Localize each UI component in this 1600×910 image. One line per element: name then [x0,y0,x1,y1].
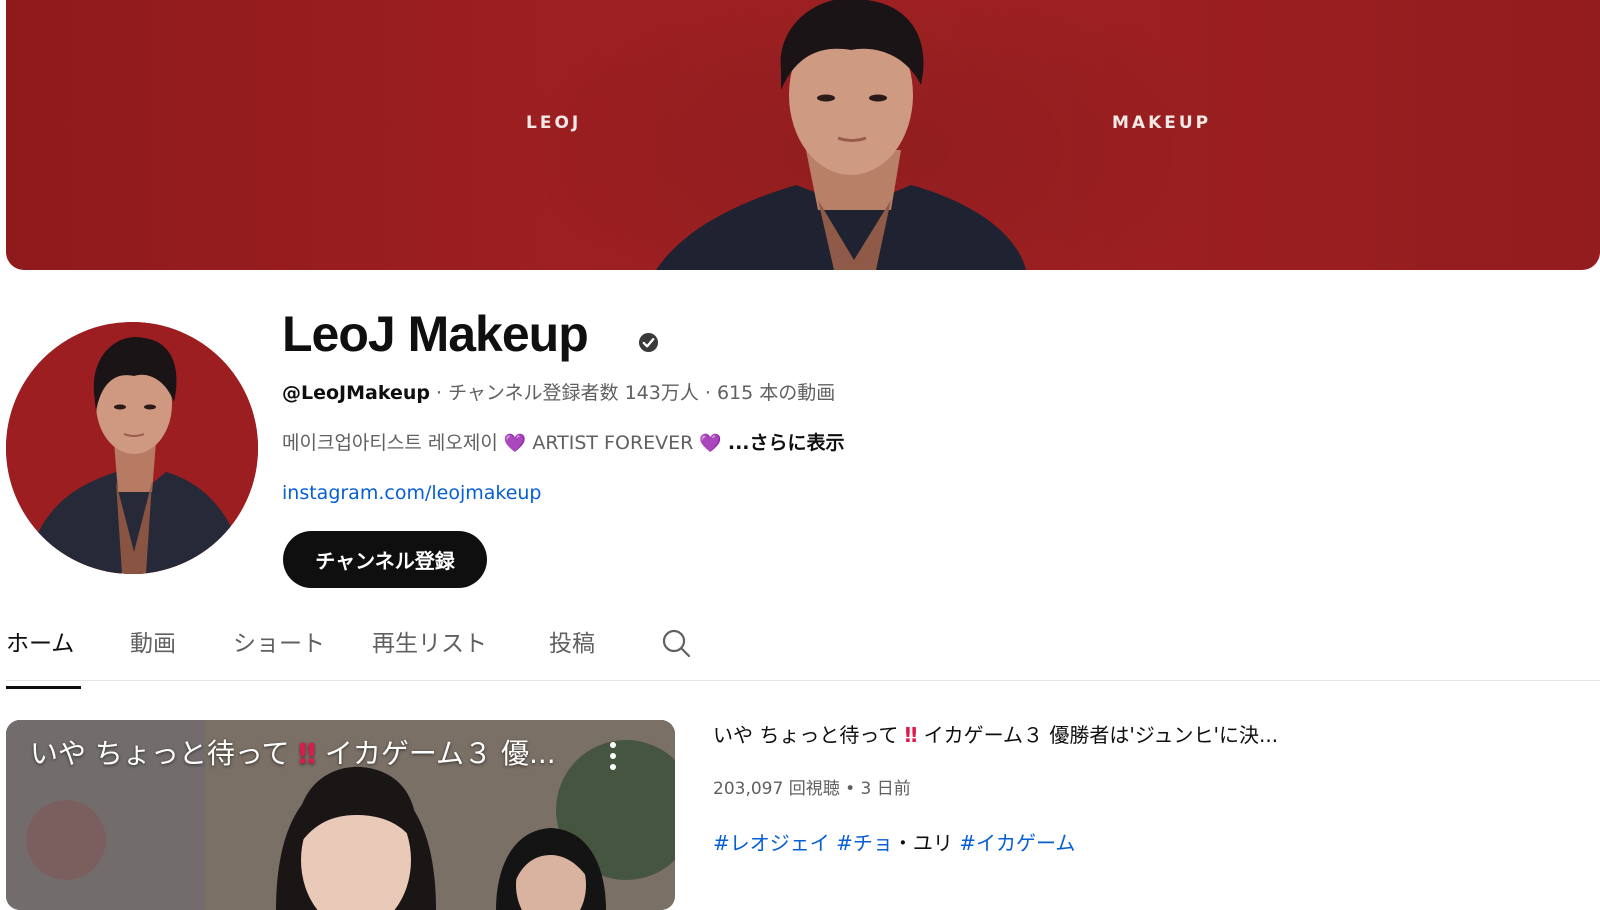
channel-handle[interactable]: @LeoJMakeup [282,382,430,404]
heart-icon: 💜 [699,433,722,454]
video-hashtags: #レオジェイ #チョ・ユリ #イカゲーム [713,829,1075,857]
active-tab-indicator [6,686,81,689]
hashtag-link[interactable]: #レオジェイ [713,831,830,855]
tab-posts[interactable]: 投稿 [549,630,595,678]
description-korean: 메이크업아티스트 레오제이 [282,432,498,454]
exclamation-icon: ‼ [298,737,316,770]
banner-left-text: LEOJ [526,113,582,133]
tab-playlists[interactable]: 再生リスト [372,630,487,678]
tab-label: ショート [233,631,325,657]
thumbnail-title: いや ちょっと待って ‼ イカゲーム３ 優... [30,736,556,772]
thumbnail-title-text: いや ちょっと待って [30,737,290,770]
video-stats: 203,097 回視聴 • 3 日前 [713,779,911,799]
channel-stats: · チャンネル登録者数 143万人 · 615 本の動画 [436,382,836,404]
tab-label: ホーム [6,631,75,657]
video-title-text: いや ちょっと待って [713,723,899,747]
banner-portrait [656,0,1026,270]
channel-description[interactable]: 메이크업아티스트 레오제이 💜 ARTIST FOREVER 💜 ...さらに表… [282,430,845,457]
video-title[interactable]: いや ちょっと待って ‼ イカゲーム３ 優勝者は'ジュンヒ'に決... [713,720,1278,750]
video-title-text: イカゲーム３ 優勝者は'ジュンヒ'に決... [923,723,1279,747]
hashtag-text: ・ユリ [892,831,953,855]
banner-right-text: MAKEUP [1112,113,1212,133]
channel-banner: LEOJ MAKEUP [6,0,1600,270]
heart-icon: 💜 [503,433,527,454]
channel-meta: @LeoJMakeup · チャンネル登録者数 143万人 · 615 本の動画 [282,380,835,406]
avatar-portrait [6,322,258,574]
subscribe-button[interactable]: チャンネル登録 [283,531,487,588]
description-english: ARTIST FOREVER [532,432,694,454]
channel-tabs: ホーム 動画 ショート 再生リスト 投稿 [6,620,1600,689]
tab-label: 動画 [130,631,176,657]
more-options-icon[interactable] [606,740,620,772]
video-thumbnail[interactable]: いや ちょっと待って ‼ イカゲーム３ 優... [6,720,675,910]
hashtag-link[interactable]: #イカゲーム [959,831,1075,855]
hashtag-link[interactable]: #チョ [836,831,893,855]
instagram-link[interactable]: instagram.com/leojmakeup [282,480,542,506]
thumbnail-title-text: イカゲーム３ 優... [324,737,556,770]
channel-avatar[interactable] [6,322,258,574]
tab-videos[interactable]: 動画 [130,630,176,678]
show-more-link[interactable]: ...さらに表示 [728,432,845,454]
tab-home[interactable]: ホーム [6,630,81,689]
tab-label: 投稿 [549,631,595,657]
search-icon[interactable] [660,627,692,659]
channel-title: LeoJ Makeup [282,306,589,362]
exclamation-icon: ‼ [904,723,918,747]
tab-label: 再生リスト [372,631,487,657]
verified-check-icon [638,332,659,353]
tab-shorts[interactable]: ショート [233,630,325,678]
